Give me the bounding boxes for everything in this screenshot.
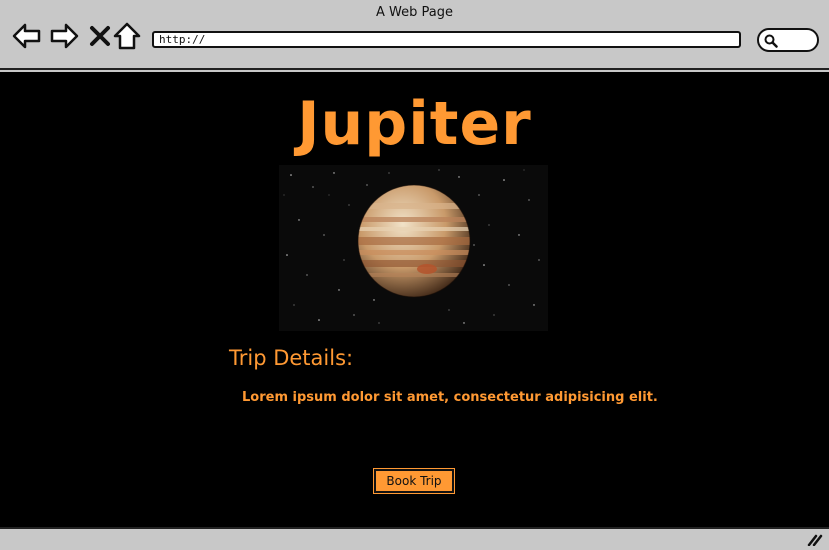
page-viewport: Jupiter Trip Details: Lorem ipsum dolor … — [0, 72, 829, 527]
section-heading: Trip Details: — [229, 346, 354, 370]
browser-toolbar: A Web Page http:// — [0, 0, 829, 70]
status-bar — [0, 527, 829, 550]
browser-window: A Web Page http:// Jupiter Trip Details:… — [0, 0, 829, 550]
home-icon — [113, 22, 141, 50]
address-bar[interactable]: http:// — [152, 31, 741, 48]
stop-button[interactable] — [85, 22, 115, 50]
search-icon — [764, 34, 778, 48]
page-title: Jupiter — [297, 89, 532, 159]
resize-grip-icon[interactable] — [807, 532, 823, 546]
forward-button[interactable] — [49, 22, 79, 50]
trip-description: Lorem ipsum dolor sit amet, consectetur … — [242, 390, 658, 405]
book-trip-button[interactable]: Book Trip — [373, 468, 455, 494]
search-field[interactable] — [757, 28, 819, 52]
close-icon — [90, 26, 110, 46]
forward-arrow-icon — [50, 23, 79, 49]
jupiter-image — [279, 165, 548, 331]
home-button[interactable] — [112, 22, 142, 50]
back-button[interactable] — [12, 22, 42, 50]
window-title: A Web Page — [376, 5, 453, 20]
back-arrow-icon — [12, 23, 41, 49]
